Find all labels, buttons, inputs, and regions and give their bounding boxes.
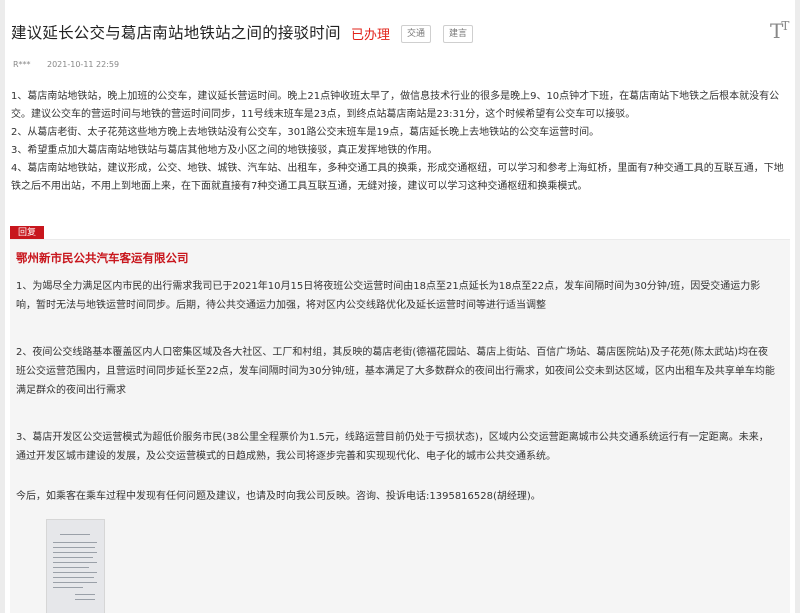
reply-section: 鄂州新市民公共汽车客运有限公司 1、为竭尽全力满足区内市民的出行需求我司已于20… bbox=[10, 240, 790, 613]
reply-badge: 回复 bbox=[10, 226, 45, 240]
question-paragraph: 2、从葛店老街、太子花苑这些地方晚上去地铁站没有公交车，301路公交末班车是19… bbox=[11, 127, 600, 138]
post-author: R*** bbox=[13, 60, 31, 69]
reply-paragraph: 1、为竭尽全力满足区内市民的出行需求我司已于2021年10月15日将夜班公交运营… bbox=[16, 277, 776, 315]
reply-paragraph-text: 今后，如乘客在乘车过程中发现有任何问题及建议，也请及时向我公司反映。咨询、投诉电… bbox=[16, 491, 541, 502]
reply-paragraph: 2、夜间公交线路基本覆盖区内人口密集区域及各大社区、工厂和村组，其反映的葛店老街… bbox=[16, 343, 776, 400]
page: 建议延长公交与葛店南站地铁站之间的接驳时间 已办理 交通 建言 TT R*** … bbox=[5, 0, 795, 613]
reply-paragraph-text: 2、夜间公交线路基本覆盖区内人口密集区域及各大社区、工厂和村组，其反映的葛店老街… bbox=[16, 347, 775, 396]
question-paragraph: 3、希望重点加大葛店南站地铁站与葛店其他地方及小区之间的地铁接驳，真正发挥地铁的… bbox=[11, 145, 438, 156]
attachment-thumbnail[interactable] bbox=[46, 519, 105, 613]
reply-organization: 鄂州新市民公共汽车客运有限公司 bbox=[16, 251, 189, 265]
reply-paragraph: 今后，如乘客在乘车过程中发现有任何问题及建议，也请及时向我公司反映。咨询、投诉电… bbox=[16, 487, 776, 506]
reply-paragraph-text: 3、葛店开发区公交运营模式为超低价服务市民(38公里全程票价为1.5元，线路运营… bbox=[16, 432, 769, 462]
question-paragraph: 4、葛店南站地铁站，建议形成，公交、地铁、城铁、汽车站、出租车，多种交通工具的换… bbox=[11, 163, 784, 192]
category-tag-suggestion[interactable]: 建言 bbox=[443, 25, 474, 43]
reply-paragraph: 3、葛店开发区公交运营模式为超低价服务市民(38公里全程票价为1.5元，线路运营… bbox=[16, 428, 776, 466]
question-body: 1、葛店南站地铁站，晚上加班的公交车，建议延长营运时间。晚上21点钟收班太早了，… bbox=[11, 88, 786, 196]
question-paragraph: 1、葛店南站地铁站，晚上加班的公交车，建议延长营运时间。晚上21点钟收班太早了，… bbox=[11, 91, 780, 120]
post-time: 2021-10-11 22:59 bbox=[47, 60, 120, 69]
post-title: 建议延长公交与葛店南站地铁站之间的接驳时间 bbox=[11, 24, 341, 42]
status-label: 已办理 bbox=[351, 28, 391, 43]
reply-paragraph-text: 1、为竭尽全力满足区内市民的出行需求我司已于2021年10月15日将夜班公交运营… bbox=[16, 281, 761, 311]
font-size-icon[interactable]: TT bbox=[770, 19, 789, 43]
category-tag-traffic[interactable]: 交通 bbox=[401, 25, 432, 43]
post-header: 建议延长公交与葛店南站地铁站之间的接驳时间 已办理 交通 建言 TT bbox=[5, 0, 795, 56]
